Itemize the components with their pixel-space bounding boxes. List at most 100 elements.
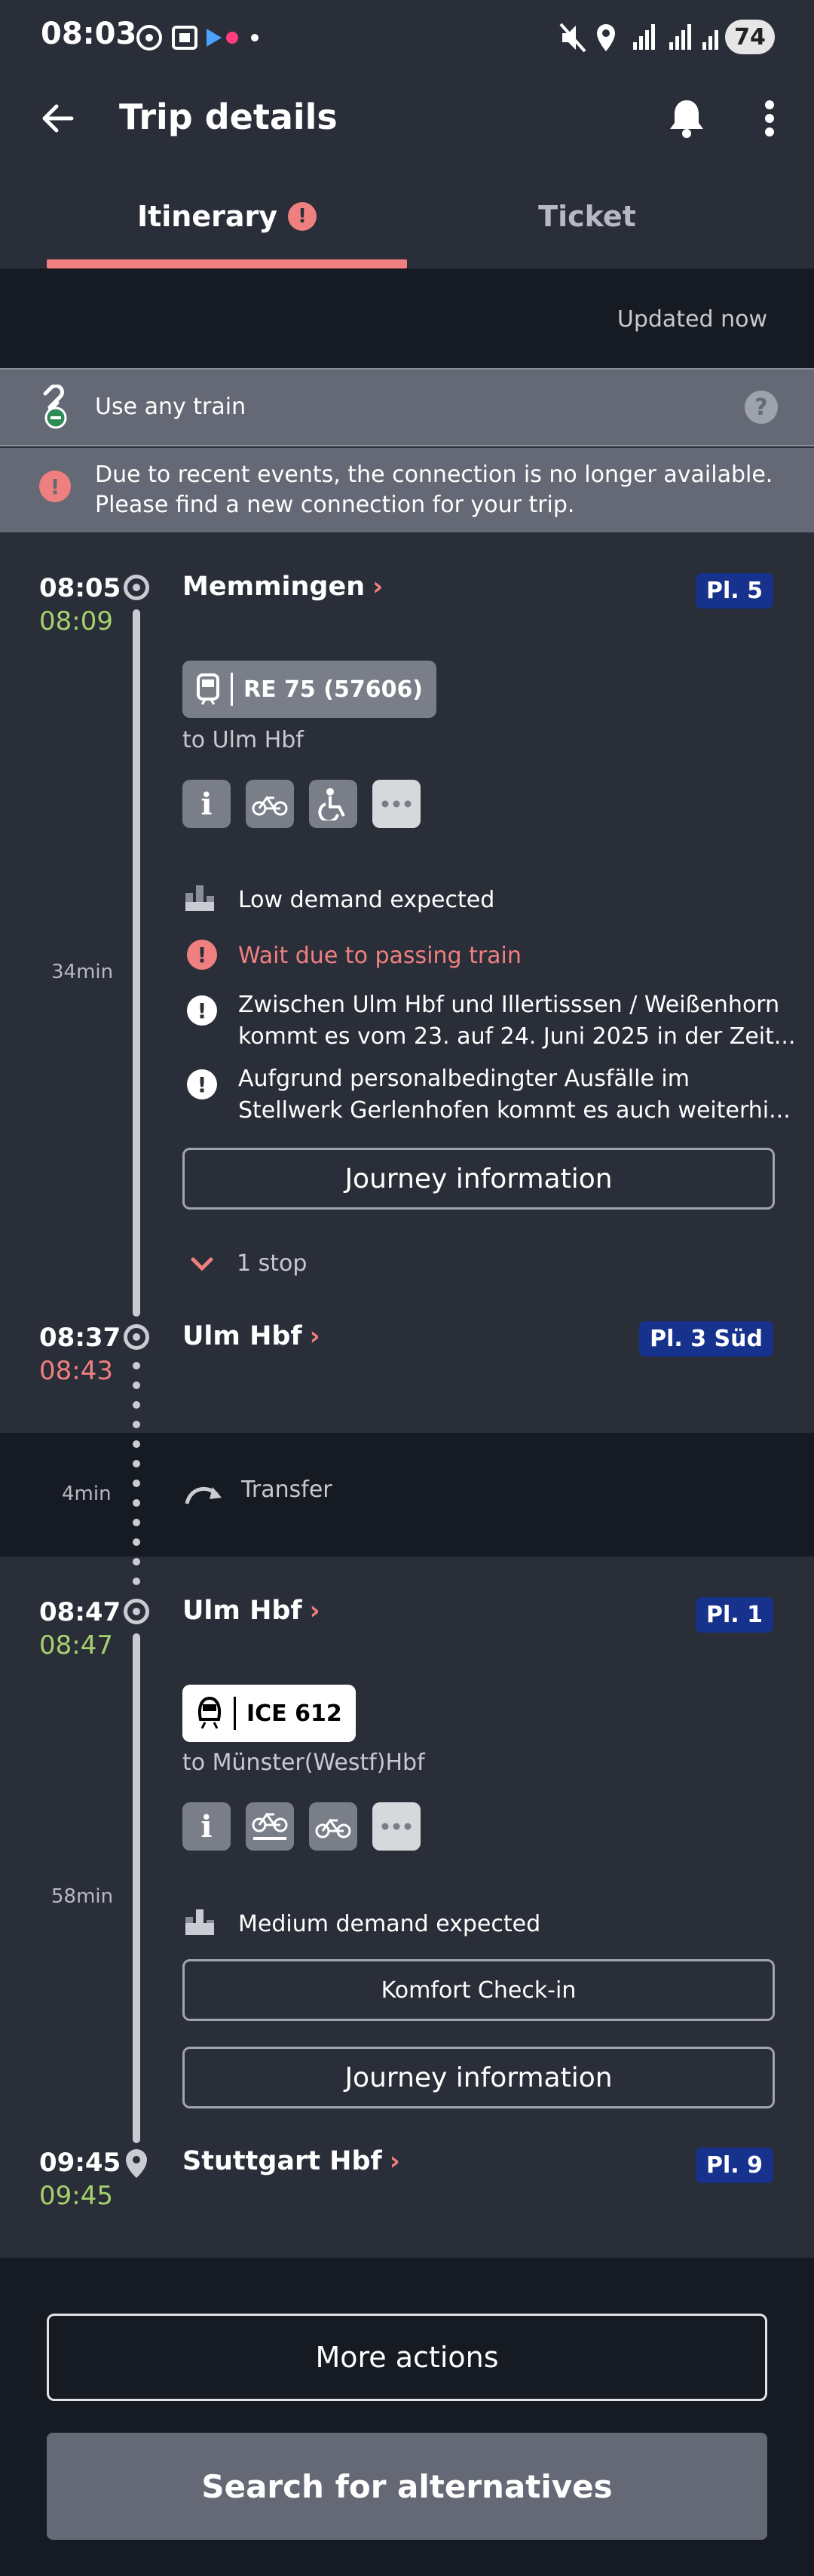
chevron-right-icon: › (309, 1596, 320, 1626)
chevron-down-icon (191, 1257, 213, 1271)
leg2-train-name: ICE 612 (246, 1700, 342, 1727)
bicycle-reservation-icon[interactable] (246, 1802, 294, 1851)
leg2-demand: Medium demand expected (238, 1911, 541, 1937)
ice-train-icon (198, 1697, 221, 1729)
arrow-back-icon (42, 104, 74, 133)
leg1-message-2-icon: ! (187, 1069, 217, 1099)
battery-indicator: 74 (725, 20, 775, 54)
bicycle-icon[interactable] (246, 780, 294, 828)
more-horiz-icon[interactable] (372, 780, 421, 828)
chevron-right-icon: › (309, 1321, 320, 1351)
leg1-demand: Low demand expected (238, 887, 495, 913)
search-alternatives-button[interactable]: Search for alternatives (47, 2433, 767, 2540)
leg1-message-2-line1: Aufgrund personalbedingter Ausfälle im (238, 1066, 690, 1092)
leg1-direction: to Ulm Hbf (182, 727, 304, 753)
leg2-duration: 58min (51, 1885, 114, 1908)
transfer-label: Transfer (241, 1477, 332, 1503)
leg2-platform: Pl. 1 (696, 1597, 773, 1633)
leg1-alert-text: Wait due to passing train (238, 943, 522, 969)
status-notification-icons (136, 25, 259, 51)
leg1-arrival-station: Ulm Hbf (182, 1321, 302, 1351)
tab-ticket[interactable]: Ticket (407, 173, 767, 259)
leg1-stops-toggle[interactable]: 1 stop (190, 1250, 307, 1277)
info-icon[interactable]: i (182, 1802, 231, 1851)
notifications-button[interactable] (660, 92, 713, 145)
back-button[interactable] (30, 92, 83, 145)
leg2-amenities: i (182, 1802, 421, 1851)
status-time: 08:03 (41, 17, 137, 51)
status-system-icons (559, 23, 718, 53)
more-horiz-icon[interactable] (372, 1802, 421, 1851)
alert-icon: ! (288, 202, 317, 231)
tab-ticket-label: Ticket (538, 200, 636, 233)
leg1-platform: Pl. 5 (696, 573, 773, 609)
warning-line-1: Due to recent events, the connection is … (95, 462, 773, 488)
app-bar: Trip details (0, 75, 814, 173)
more-actions-button[interactable]: More actions (47, 2314, 767, 2401)
leg1-journey-info-button[interactable]: Journey information (182, 1148, 775, 1210)
leg2-arrival-station: Stuttgart Hbf (182, 2146, 382, 2176)
demand-medium-icon (185, 1909, 214, 1935)
warning-icon: ! (39, 471, 71, 502)
help-icon[interactable]: ? (745, 391, 778, 424)
leg1-message-1-line1: Zwischen Ulm Hbf und Illertisssen / Weiß… (238, 992, 780, 1018)
leg2-direction: to Münster(Westf)Hbf (182, 1750, 425, 1776)
transfer-section (0, 1433, 814, 1556)
page-title: Trip details (119, 97, 338, 137)
leg1-arr-actual: 08:43 (39, 1356, 113, 1386)
leg1-message-1[interactable]: Zwischen Ulm Hbf und Illertisssen / Weiß… (238, 989, 795, 1053)
bicycle-icon[interactable] (309, 1802, 357, 1851)
leg1-dep-actual: 08:09 (39, 606, 113, 636)
leg2-station: Ulm Hbf (182, 1596, 302, 1626)
leg1-dep-planned: 08:05 (39, 573, 121, 603)
info-icon[interactable]: i (182, 780, 231, 828)
leg1-message-2[interactable]: Aufgrund personalbedingter Ausfälle im S… (238, 1063, 791, 1127)
leg2-origin-marker (124, 1599, 149, 1624)
leg2-station-link[interactable]: Ulm Hbf › (182, 1596, 320, 1626)
leg1-message-2-line2: Stellwerk Gerlenhofen kommt es auch weit… (238, 1097, 791, 1124)
destination-pin-icon (126, 2149, 147, 2178)
wheelchair-icon[interactable] (309, 780, 357, 828)
leg2-train-badge[interactable]: ICE 612 (182, 1685, 356, 1742)
leg1-arrival-station-link[interactable]: Ulm Hbf › (182, 1321, 320, 1351)
tab-indicator (47, 259, 407, 268)
leg1-origin-marker (124, 575, 149, 600)
regional-train-icon (197, 673, 219, 705)
connection-warning: ! Due to recent events, the connection i… (0, 448, 814, 532)
leg1-alert-icon: ! (187, 940, 217, 970)
chevron-right-icon: › (389, 2146, 400, 2176)
leg2-route-line (133, 1633, 140, 2143)
leg1-train-badge[interactable]: RE 75 (57606) (182, 661, 437, 718)
demand-low-icon (185, 885, 214, 911)
leg1-stops-label: 1 stop (237, 1250, 308, 1277)
warning-text: Due to recent events, the connection is … (95, 460, 773, 520)
leg1-route-line (133, 609, 140, 1317)
leg1-message-1-icon: ! (187, 995, 217, 1026)
leg2-arrival-station-link[interactable]: Stuttgart Hbf › (182, 2146, 400, 2176)
transfer-icon (185, 1486, 222, 1504)
leg2-arrival-platform: Pl. 9 (696, 2148, 773, 2183)
leg1-message-1-line2: kommt es vom 23. auf 24. Juni 2025 in de… (238, 1023, 796, 1050)
any-train-label: Use any train (95, 394, 246, 420)
tab-itinerary-label: Itinerary (136, 200, 278, 233)
more-vert-icon (765, 100, 774, 136)
leg1-station-link[interactable]: Memmingen › (182, 572, 383, 602)
updated-text: Updated now (617, 306, 767, 333)
leg1-duration: 34min (51, 961, 114, 983)
leg1-station: Memmingen (182, 572, 366, 602)
link-icon (43, 385, 67, 429)
leg2-dep-actual: 08:47 (39, 1630, 113, 1661)
leg1-arr-planned: 08:37 (39, 1323, 121, 1353)
overflow-menu-button[interactable] (743, 92, 796, 145)
tab-bar: Itinerary ! Ticket (0, 173, 814, 268)
leg2-arr-planned: 09:45 (39, 2148, 121, 2178)
leg2-journey-info-button[interactable]: Journey information (182, 2047, 775, 2108)
tab-itinerary[interactable]: Itinerary ! (47, 173, 407, 259)
leg1-train-name: RE 75 (57606) (243, 676, 424, 703)
bell-icon (670, 100, 703, 138)
komfort-checkin-button[interactable]: Komfort Check-in (182, 1959, 775, 2021)
any-train-row[interactable]: Use any train ? (0, 368, 814, 446)
leg1-arrival-marker (124, 1324, 149, 1350)
footer-actions: More actions Search for alternatives (0, 2258, 814, 2576)
transfer-dotted-line (133, 1362, 140, 1600)
